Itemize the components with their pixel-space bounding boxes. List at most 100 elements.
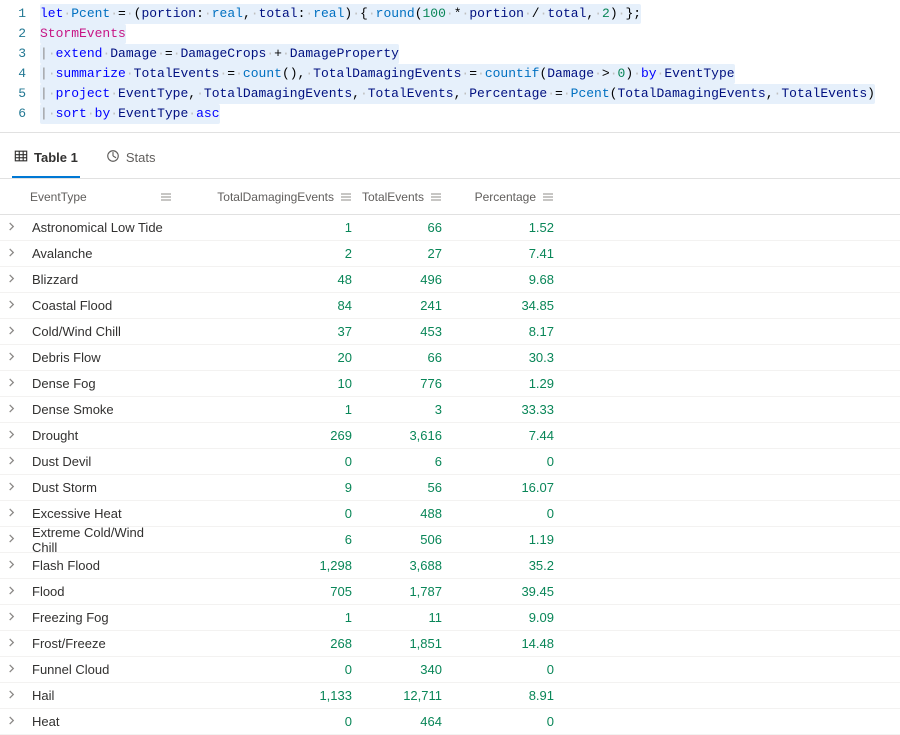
table-row[interactable]: Dense Smoke1333.33 [0,397,900,423]
cell-percentage: 1.29 [450,376,562,391]
cell-percentage: 8.91 [450,688,562,703]
cell-percentage: 8.17 [450,324,562,339]
expand-row-icon[interactable] [0,456,22,468]
table-row[interactable]: Flash Flood1,2983,68835.2 [0,553,900,579]
editor-line[interactable]: 5|·project·EventType,·TotalDamagingEvent… [0,84,900,104]
cell-totaldamagingevents: 48 [180,272,360,287]
expand-row-icon[interactable] [0,248,22,260]
line-number: 1 [0,4,40,24]
code-content[interactable]: |·summarize·TotalEvents·=·count(),·Total… [40,64,735,84]
cell-eventtype: Dust Devil [22,454,180,469]
expand-row-icon[interactable] [0,482,22,494]
column-header-totalevents[interactable]: TotalEvents [360,179,450,214]
expand-row-icon[interactable] [0,612,22,624]
editor-line[interactable]: 6|·sort·by·EventType·asc [0,104,900,124]
cell-totaldamagingevents: 0 [180,714,360,729]
expand-row-icon[interactable] [0,586,22,598]
code-content[interactable]: StormEvents [40,24,126,44]
cell-percentage: 30.3 [450,350,562,365]
expand-row-icon[interactable] [0,300,22,312]
table-row[interactable]: Astronomical Low Tide1661.52 [0,215,900,241]
cell-totaldamagingevents: 1 [180,220,360,235]
table-row[interactable]: Flood7051,78739.45 [0,579,900,605]
expand-row-icon[interactable] [0,638,22,650]
expand-row-icon[interactable] [0,326,22,338]
editor-line[interactable]: 2StormEvents [0,24,900,44]
cell-totalevents: 488 [360,506,450,521]
table-row[interactable]: Coastal Flood8424134.85 [0,293,900,319]
table-row[interactable]: Hail1,13312,7118.91 [0,683,900,709]
editor-line[interactable]: 3|·extend·Damage·=·DamageCrops·+·DamageP… [0,44,900,64]
expand-row-icon[interactable] [0,430,22,442]
line-number: 6 [0,104,40,124]
cell-totaldamagingevents: 1,133 [180,688,360,703]
column-menu-icon[interactable] [430,191,442,203]
expand-row-icon[interactable] [0,534,22,546]
column-header-totaldamagingevents[interactable]: TotalDamagingEvents [180,179,360,214]
table-row[interactable]: Extreme Cold/Wind Chill65061.19 [0,527,900,553]
expand-row-icon[interactable] [0,378,22,390]
cell-percentage: 0 [450,506,562,521]
column-header-percentage[interactable]: Percentage [450,179,562,214]
expand-row-icon[interactable] [0,352,22,364]
cell-totalevents: 1,787 [360,584,450,599]
table-row[interactable]: Avalanche2277.41 [0,241,900,267]
expand-row-icon[interactable] [0,404,22,416]
table-row[interactable]: Dust Storm95616.07 [0,475,900,501]
expand-row-icon[interactable] [0,664,22,676]
expand-row-icon[interactable] [0,716,22,728]
cell-eventtype: Flash Flood [22,558,180,573]
column-menu-icon[interactable] [340,191,352,203]
table-row[interactable]: Freezing Fog1119.09 [0,605,900,631]
expand-row-icon[interactable] [0,560,22,572]
cell-eventtype: Avalanche [22,246,180,261]
cell-totaldamagingevents: 1,298 [180,558,360,573]
code-content[interactable]: |·project·EventType,·TotalDamagingEvents… [40,84,875,104]
line-number: 2 [0,24,40,44]
cell-totaldamagingevents: 705 [180,584,360,599]
code-content[interactable]: let·Pcent·=·(portion:·real,·total:·real)… [40,4,641,24]
column-header-eventtype[interactable]: EventType [22,179,180,214]
cell-totalevents: 464 [360,714,450,729]
table-row[interactable]: Funnel Cloud03400 [0,657,900,683]
column-header-label: EventType [30,190,87,204]
table-row[interactable]: Debris Flow206630.3 [0,345,900,371]
table-row[interactable]: Dense Fog107761.29 [0,371,900,397]
cell-totalevents: 1,851 [360,636,450,651]
cell-eventtype: Excessive Heat [22,506,180,521]
table-row[interactable]: Heat04640 [0,709,900,735]
expand-row-icon[interactable] [0,690,22,702]
cell-percentage: 39.45 [450,584,562,599]
expand-row-icon[interactable] [0,222,22,234]
expand-row-icon[interactable] [0,274,22,286]
code-content[interactable]: |·extend·Damage·=·DamageCrops·+·DamagePr… [40,44,399,64]
expand-row-icon[interactable] [0,508,22,520]
tab-table[interactable]: Table 1 [12,143,80,178]
table-row[interactable]: Excessive Heat04880 [0,501,900,527]
column-menu-icon[interactable] [542,191,554,203]
column-menu-icon[interactable] [160,191,172,203]
table-row[interactable]: Dust Devil060 [0,449,900,475]
cell-totaldamagingevents: 268 [180,636,360,651]
cell-totaldamagingevents: 20 [180,350,360,365]
cell-totalevents: 3 [360,402,450,417]
cell-totalevents: 506 [360,532,450,547]
cell-percentage: 16.07 [450,480,562,495]
table-row[interactable]: Drought2693,6167.44 [0,423,900,449]
code-content[interactable]: |·sort·by·EventType·asc [40,104,220,124]
cell-percentage: 0 [450,714,562,729]
table-row[interactable]: Blizzard484969.68 [0,267,900,293]
table-row[interactable]: Frost/Freeze2681,85114.48 [0,631,900,657]
query-editor[interactable]: 1let·Pcent·=·(portion:·real,·total:·real… [0,0,900,133]
cell-totaldamagingevents: 1 [180,402,360,417]
results-grid: EventType TotalDamagingEvents TotalEvent… [0,179,900,735]
table-row[interactable]: Cold/Wind Chill374538.17 [0,319,900,345]
cell-totalevents: 776 [360,376,450,391]
tab-stats[interactable]: Stats [104,143,158,178]
editor-line[interactable]: 1let·Pcent·=·(portion:·real,·total:·real… [0,4,900,24]
table-icon [14,149,28,166]
cell-totalevents: 66 [360,350,450,365]
column-header-label: Percentage [475,190,536,204]
editor-line[interactable]: 4|·summarize·TotalEvents·=·count(),·Tota… [0,64,900,84]
cell-percentage: 0 [450,662,562,677]
